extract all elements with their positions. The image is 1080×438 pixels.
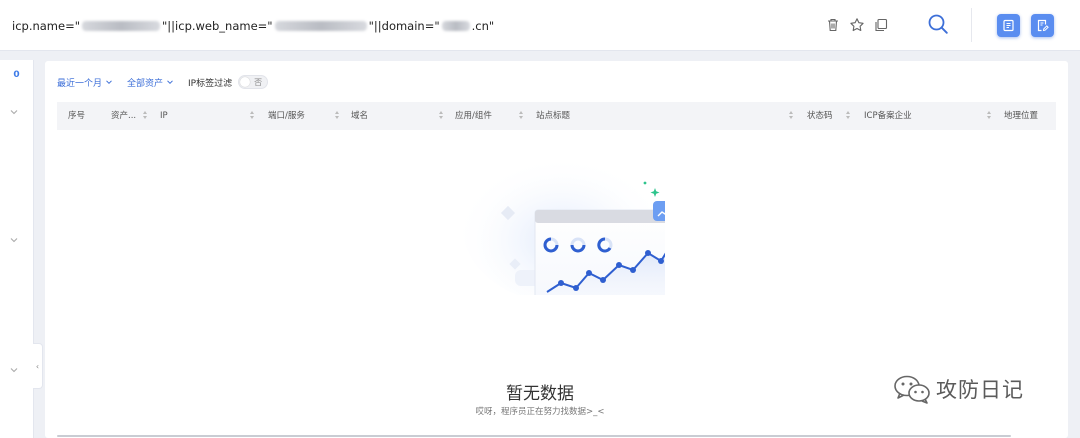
sort-icon[interactable] <box>334 110 340 120</box>
report-icon <box>1003 19 1014 32</box>
chevron-down-icon[interactable] <box>9 235 19 245</box>
sort-icon[interactable] <box>788 110 794 120</box>
edit-report-icon <box>1037 19 1049 32</box>
asset-scope-label: 全部资产 <box>127 78 164 89</box>
toggle-knob <box>240 77 251 87</box>
column-header[interactable]: IP <box>160 102 168 130</box>
star-icon[interactable] <box>849 17 865 33</box>
rail-count: 0 <box>13 70 20 80</box>
watermark: 攻防日记 <box>893 372 1024 406</box>
search-query-input[interactable]: icp.name=" "||icp.web_name=" "||domain="… <box>12 16 494 36</box>
toolbar-divider <box>971 8 972 42</box>
redacted-text <box>441 21 470 31</box>
sort-icon[interactable] <box>845 110 851 120</box>
sort-icon[interactable] <box>986 110 992 120</box>
asset-scope-dropdown[interactable]: 全部资产 <box>127 76 174 89</box>
ip-tag-filter-label: IP标签过滤 <box>188 78 233 89</box>
query-text: icp.name=" <box>12 19 81 33</box>
sort-icon[interactable] <box>249 110 255 120</box>
filter-bar: 最近一个月 全部资产 IP标签过滤 否 <box>57 74 269 90</box>
chevron-down-icon <box>167 80 173 85</box>
chevron-left-icon: ‹ <box>35 361 40 371</box>
column-header[interactable]: 资产... <box>111 102 136 130</box>
search-icon[interactable] <box>927 13 949 35</box>
chevron-down-icon <box>106 80 112 85</box>
horizontal-scrollbar[interactable] <box>57 435 1011 437</box>
column-header[interactable]: 状态码 <box>807 102 833 130</box>
chevron-down-icon[interactable] <box>9 365 19 375</box>
chevron-down-icon[interactable] <box>9 107 19 117</box>
watermark-text: 攻防日记 <box>936 378 1024 402</box>
sort-icon[interactable] <box>438 110 444 120</box>
query-text: .cn" <box>471 19 495 33</box>
time-range-dropdown[interactable]: 最近一个月 <box>57 76 113 89</box>
column-header[interactable]: 域名 <box>351 102 368 130</box>
column-header[interactable]: 端口/服务 <box>268 102 305 130</box>
edit-report-button[interactable] <box>1031 14 1054 37</box>
query-text: "||domain=" <box>368 19 440 33</box>
empty-state-illustration <box>455 110 686 325</box>
column-header[interactable]: 地理位置 <box>1004 102 1038 130</box>
redacted-text <box>82 21 161 31</box>
column-header: 序号 <box>68 111 86 121</box>
wechat-icon <box>894 375 930 404</box>
copy-icon[interactable] <box>873 17 889 33</box>
query-text: "||icp.web_name=" <box>162 19 273 33</box>
trash-icon[interactable] <box>825 17 841 33</box>
search-bar[interactable]: icp.name=" "||icp.web_name=" "||domain="… <box>0 0 1080 51</box>
redacted-text <box>274 21 367 31</box>
ip-tag-filter-toggle[interactable]: 否 <box>238 75 269 89</box>
empty-state-subtitle: 哎呀，程序员正在努力找数据>_< <box>475 407 605 417</box>
time-range-label: 最近一个月 <box>57 78 103 89</box>
toggle-state-label: 否 <box>254 78 263 87</box>
column-header[interactable]: ICP备案企业 <box>864 102 912 130</box>
report-button[interactable] <box>997 14 1020 37</box>
sort-icon[interactable] <box>142 110 148 120</box>
